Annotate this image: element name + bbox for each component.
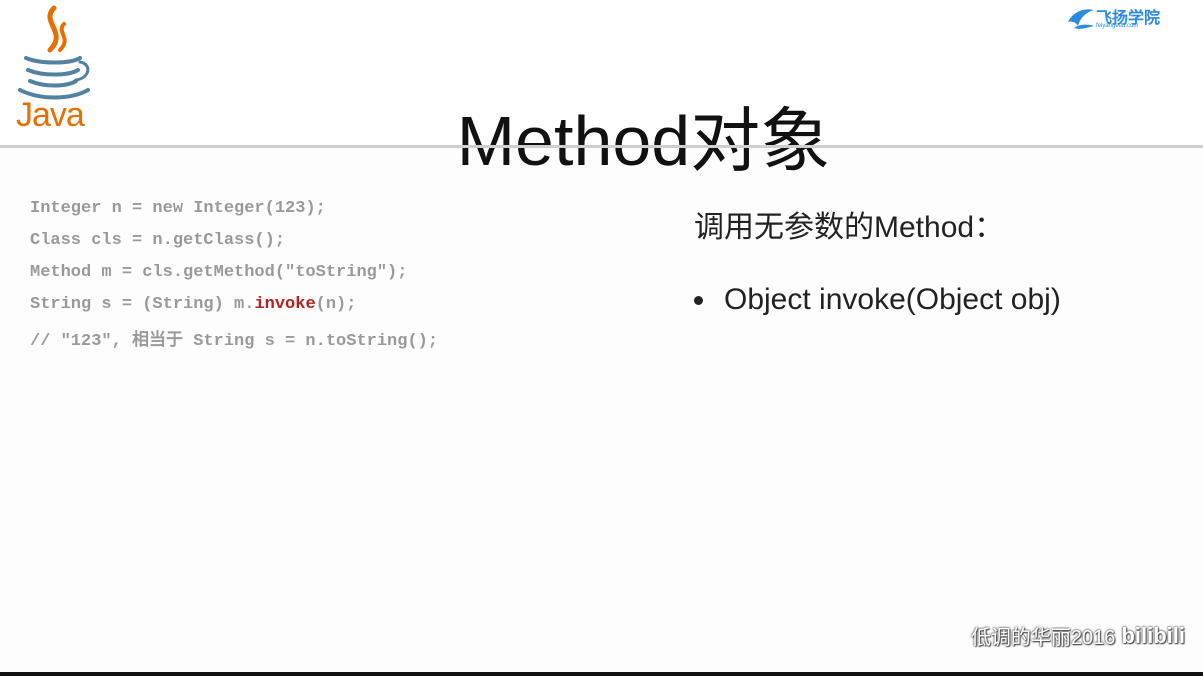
section-heading: 调用无参数的Method：	[694, 211, 1005, 244]
bullet-list: Object invoke(Object obj)	[694, 283, 1061, 317]
brand-url: feiyangedu.com	[1096, 23, 1139, 29]
invoke-keyword: invoke	[254, 295, 316, 314]
bilibili-logo: bilibili	[1121, 622, 1185, 648]
code-line: Integer n = new Integer(123);	[30, 199, 326, 218]
bird-icon	[1068, 9, 1094, 29]
code-line: Method m = cls.getMethod("toString");	[30, 263, 408, 282]
brand-logo: 飞扬学院 feiyangedu.com	[1066, 2, 1166, 36]
list-item: Object invoke(Object obj)	[694, 283, 1061, 317]
code-text: String s = (String) m.	[30, 295, 255, 314]
slide-header: Java Method对象 飞扬学院 feiyangedu.com	[0, 0, 1203, 180]
bottom-edge	[0, 672, 1203, 676]
code-line-invoke: String s = (String) m.invoke(n);	[30, 292, 438, 324]
bullet-icon	[694, 295, 703, 305]
code-block: Integer n = new Integer(123); Class cls …	[30, 196, 438, 361]
watermark-text: 低调的华丽2016	[970, 627, 1116, 649]
video-watermark: 低调的华丽2016 bilibili	[971, 621, 1185, 650]
header-divider	[0, 145, 1203, 148]
page-title: Method对象	[456, 101, 831, 180]
code-comment: // "123", 相当于 String s = n.toString();	[30, 332, 439, 351]
code-line: Class cls = n.getClass();	[30, 231, 286, 250]
bullet-text: Object invoke(Object obj)	[724, 283, 1061, 316]
code-text: (n);	[315, 295, 357, 314]
slide: Java Method对象 飞扬学院 feiyangedu.com Intege…	[0, 0, 1203, 676]
